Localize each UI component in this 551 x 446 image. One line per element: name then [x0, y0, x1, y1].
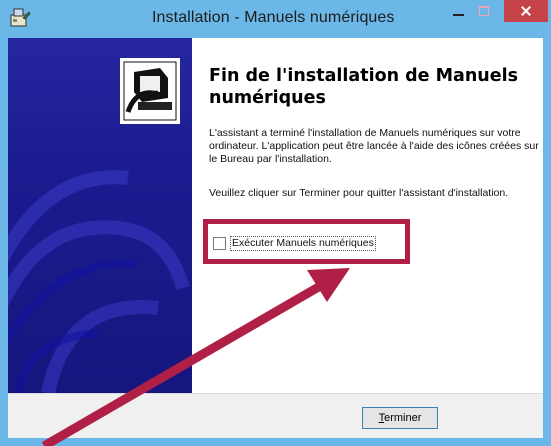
wizard-footer: Terminer [8, 393, 543, 438]
wizard-client-area: Fin de l'installation de Manuels numériq… [8, 38, 543, 438]
finish-button-label: erminer [384, 412, 422, 424]
minimize-button[interactable] [445, 0, 471, 22]
close-button[interactable] [504, 0, 548, 22]
window-title: Installation - Manuels numériques [152, 9, 395, 26]
maximize-button[interactable] [471, 0, 497, 22]
computer-install-icon [120, 58, 180, 124]
installer-window: Installation - Manuels numériques Fin de… [0, 0, 551, 446]
installer-icon [10, 8, 31, 27]
run-app-checkbox[interactable] [213, 237, 226, 250]
finish-button[interactable]: Terminer [362, 407, 438, 429]
side-panel-graphic [8, 58, 190, 393]
wizard-side-image [8, 38, 192, 393]
run-app-label[interactable]: Exécuter Manuels numériques [230, 236, 376, 251]
title-bar[interactable]: Installation - Manuels numériques [0, 0, 551, 38]
finish-instruction: Veuillez cliquer sur Terminer pour quitt… [209, 187, 509, 199]
completion-message: L'assistant a terminé l'installation de … [209, 127, 539, 165]
wizard-heading: Fin de l'installation de Manuels numériq… [209, 66, 519, 108]
